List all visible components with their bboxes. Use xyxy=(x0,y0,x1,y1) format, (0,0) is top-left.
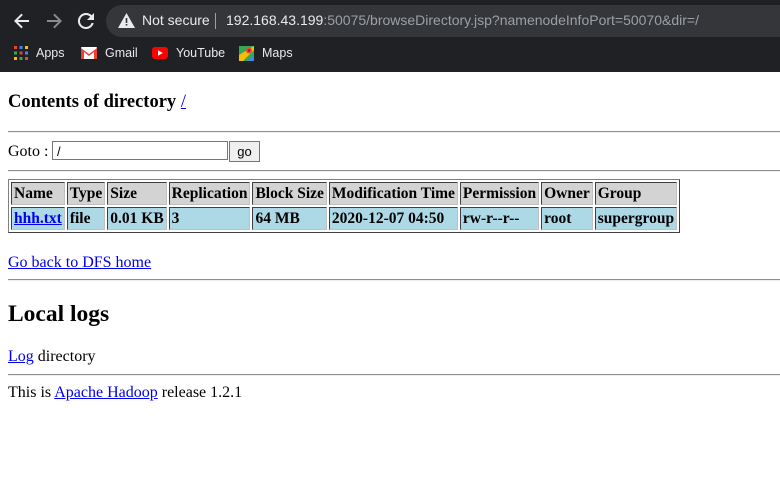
divider xyxy=(8,279,780,281)
bookmark-apps[interactable]: Apps xyxy=(14,44,65,62)
cell-owner: root xyxy=(541,207,593,230)
divider xyxy=(8,374,780,376)
bookmark-gmail[interactable]: Gmail xyxy=(81,44,138,62)
url-path: :50075/browseDirectory.jsp?namenodeInfoP… xyxy=(323,12,699,28)
cell-size: 0.01 KB xyxy=(107,207,167,230)
file-link[interactable]: hhh.txt xyxy=(14,210,62,227)
maps-icon xyxy=(239,45,254,61)
page-heading: Contents of directory / xyxy=(8,92,186,113)
apache-hadoop-link[interactable]: Apache Hadoop xyxy=(54,384,158,401)
divider xyxy=(215,13,216,29)
url-text[interactable]: 192.168.43.199:50075/browseDirectory.jsp… xyxy=(226,12,699,28)
footer-suffix-text: release 1.2.1 xyxy=(157,384,243,401)
divider xyxy=(8,131,780,133)
bookmark-label: Gmail xyxy=(105,46,138,60)
youtube-icon xyxy=(152,47,168,59)
cell-block-size: 64 MB xyxy=(252,207,327,230)
address-bar[interactable]: Not secure 192.168.43.199:50075/browseDi… xyxy=(106,5,780,37)
back-arrow-icon[interactable] xyxy=(8,7,36,35)
heading-text: Contents of directory xyxy=(8,92,177,112)
bookmark-maps[interactable]: Maps xyxy=(239,44,293,62)
divider xyxy=(8,170,780,172)
column-header-modification-time: Modification Time xyxy=(328,182,458,205)
directory-table: Name Type Size Replication Block Size Mo… xyxy=(8,179,681,233)
apps-grid-icon xyxy=(14,46,28,60)
log-link[interactable]: Log xyxy=(8,348,34,365)
cell-name: hhh.txt xyxy=(11,207,65,230)
forward-arrow-icon[interactable] xyxy=(40,7,68,35)
gmail-icon xyxy=(81,47,97,59)
go-button[interactable]: go xyxy=(229,141,260,162)
column-header-replication: Replication xyxy=(168,182,251,205)
column-header-size: Size xyxy=(107,182,167,205)
table-header-row: Name Type Size Replication Block Size Mo… xyxy=(11,182,678,205)
cell-group: supergroup xyxy=(594,207,678,230)
footer-prefix-text: This is xyxy=(8,384,55,401)
warning-icon[interactable] xyxy=(118,13,135,33)
bookmark-label: Apps xyxy=(36,46,65,60)
footer: This is Apache Hadoop release 1.2.1 xyxy=(8,384,242,402)
cell-modification-time: 2020-12-07 04:50 xyxy=(328,207,458,230)
goto-input[interactable]: / xyxy=(52,141,228,160)
table-row: hhh.txt file 0.01 KB 3 64 MB 2020-12-07 … xyxy=(11,207,678,230)
log-line: Log directory xyxy=(8,348,96,366)
browser-chrome: Not secure 192.168.43.199:50075/browseDi… xyxy=(0,0,780,72)
cell-permission: rw-r--r-- xyxy=(459,207,540,230)
log-suffix-text: directory xyxy=(33,348,96,365)
cell-type: file xyxy=(66,207,106,230)
goto-label: Goto : xyxy=(8,143,49,160)
dfs-home-link[interactable]: Go back to DFS home xyxy=(8,254,151,272)
cell-replication: 3 xyxy=(168,207,251,230)
column-header-permission: Permission xyxy=(459,182,540,205)
bookmark-label: YouTube xyxy=(176,46,226,60)
column-header-name: Name xyxy=(11,182,65,205)
reload-icon[interactable] xyxy=(72,7,100,35)
column-header-group: Group xyxy=(594,182,678,205)
bookmark-label: Maps xyxy=(262,46,293,60)
bookmark-youtube[interactable]: YouTube xyxy=(152,44,225,62)
column-header-owner: Owner xyxy=(541,182,593,205)
local-logs-heading: Local logs xyxy=(8,301,110,327)
security-status[interactable]: Not secure xyxy=(142,12,210,28)
root-directory-link[interactable]: / xyxy=(181,92,186,112)
column-header-block-size: Block Size xyxy=(252,182,327,205)
column-header-type: Type xyxy=(66,182,106,205)
url-host: 192.168.43.199 xyxy=(226,12,324,28)
